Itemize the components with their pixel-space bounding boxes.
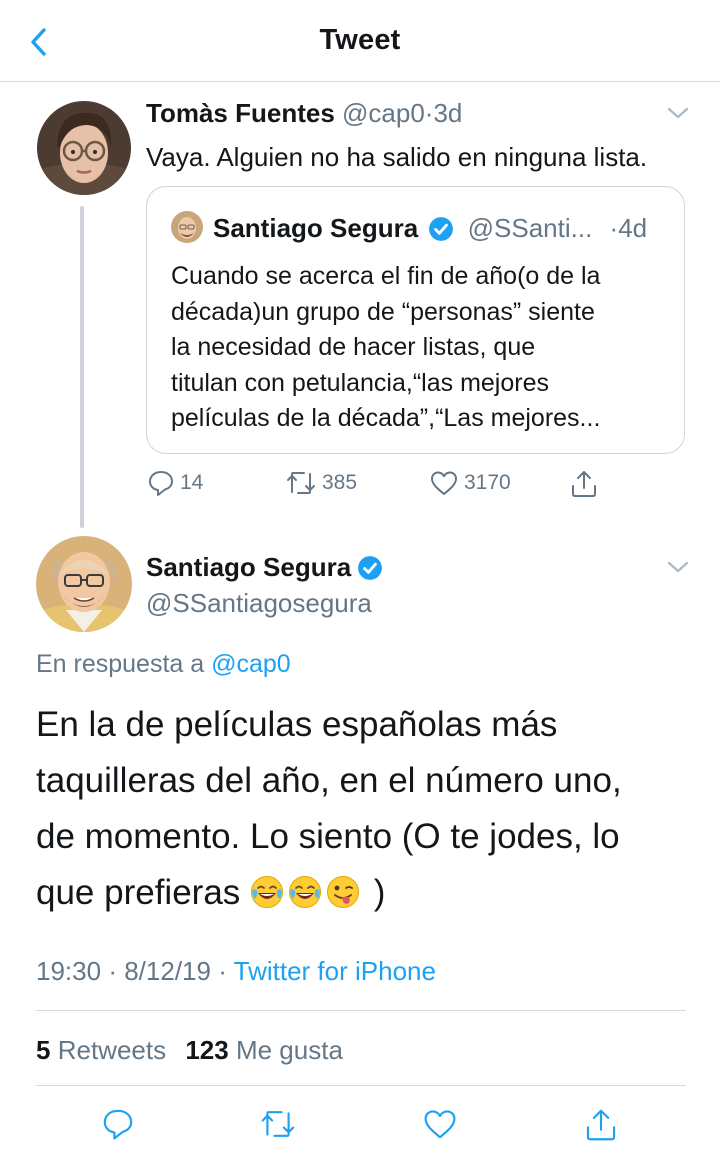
main-text-line: de momento. Lo siento (O te jodes, lo — [36, 817, 620, 856]
retweets-label: Retweets — [57, 1035, 167, 1065]
retweet-button[interactable]: 385 — [284, 468, 357, 498]
like-button[interactable] — [420, 1106, 460, 1142]
likes-stat[interactable]: 123 Me gusta — [185, 1035, 343, 1065]
quoting-tweet-header: Tomàs Fuentes @cap0·3d — [146, 98, 462, 129]
main-text-line: En la de películas españolas más — [36, 705, 558, 744]
retweets-stat[interactable]: 5 Retweets — [36, 1035, 178, 1065]
quoted-tweet-time: 4d — [618, 213, 648, 243]
tweet-source-link[interactable]: Twitter for iPhone — [234, 956, 436, 986]
main-text-line: que prefieras ) — [36, 865, 696, 921]
tweet-time: 19:30 — [36, 956, 102, 986]
main-author-name[interactable]: Santiago Segura — [146, 552, 383, 583]
like-button[interactable]: 3170 — [428, 468, 511, 498]
share-icon — [586, 1109, 616, 1141]
quoted-author-name: Santiago Segura — [213, 213, 419, 243]
tweet-meta: 19:30 · 8/12/19 · Twitter for iPhone — [36, 956, 436, 987]
quoted-text-line: Cuando se acerca el fin de año(o de la — [171, 262, 601, 290]
main-author-handle[interactable]: @SSantiagosegura — [146, 588, 372, 619]
quoted-author-handle: @SSanti... — [467, 213, 593, 243]
likes-count: 123 — [185, 1035, 229, 1065]
chevron-down-icon — [667, 107, 689, 119]
retweet-icon — [287, 472, 315, 494]
tweet-options-button[interactable] — [665, 558, 691, 576]
reply-context: En respuesta a @cap0 — [36, 650, 291, 679]
quoted-tweet-header: Santiago Segura @SSanti... ·4d — [213, 213, 647, 244]
main-text-last-start: que prefieras — [36, 873, 241, 912]
top-bar: Tweet — [0, 0, 720, 82]
retweet-count: 385 — [322, 471, 358, 494]
separator-dot: · — [218, 956, 227, 986]
tweet-date: 8/12/19 — [124, 956, 211, 986]
divider — [36, 1085, 686, 1086]
retweet-icon — [261, 1111, 295, 1137]
share-button[interactable] — [568, 468, 600, 500]
reply-button[interactable]: 14 — [146, 468, 203, 498]
verified-badge-icon — [429, 217, 454, 241]
tweet-options-button[interactable] — [665, 104, 691, 122]
reply-count: 14 — [180, 471, 204, 494]
reply-button[interactable] — [100, 1106, 136, 1142]
winking-tongue-emoji — [327, 876, 360, 908]
divider — [36, 1010, 686, 1011]
quoting-tweet-text: Vaya. Alguien no ha salido en ninguna li… — [146, 142, 648, 172]
main-text-last-end: ) — [373, 873, 386, 912]
retweet-button[interactable] — [258, 1106, 298, 1142]
quoted-tweet-text: Cuando se acerca el fin de año(o de la d… — [171, 259, 671, 437]
avatar-tomas[interactable] — [37, 101, 131, 195]
reply-prefix: En respuesta a — [36, 650, 205, 678]
likes-label: Me gusta — [235, 1035, 343, 1065]
quoted-tweet-card[interactable]: Santiago Segura @SSanti... ·4d Cuando se… — [146, 186, 685, 454]
heart-icon — [431, 471, 457, 495]
tweet-stats: 5 Retweets 123 Me gusta — [36, 1035, 343, 1066]
retweets-count: 5 — [36, 1035, 51, 1065]
share-button[interactable] — [582, 1106, 620, 1144]
author-handle[interactable]: @cap0 — [342, 98, 425, 128]
main-author-name-text: Santiago Segura — [146, 552, 352, 582]
quoted-text-line: películas de la década”,“Las mejores... — [171, 404, 601, 432]
heart-icon — [424, 1110, 456, 1139]
reply-icon — [149, 471, 173, 496]
chevron-down-icon — [667, 561, 689, 573]
author-name[interactable]: Tomàs Fuentes — [146, 98, 335, 128]
quoted-text-line: la necesidad de hacer listas, que — [171, 333, 536, 361]
avatar-santiago[interactable] — [36, 536, 132, 632]
verified-badge-icon — [358, 555, 383, 580]
quoted-text-line: titulan con petulancia,“las mejores — [171, 368, 549, 397]
joy-emoji — [289, 876, 322, 908]
main-text-line: taquilleras del año, en el número uno, — [36, 761, 622, 800]
thread-connector — [80, 206, 84, 528]
share-icon — [572, 471, 596, 497]
separator-dot: · — [609, 213, 619, 243]
page-title: Tweet — [319, 24, 401, 56]
like-count: 3170 — [464, 471, 511, 494]
separator-dot: · — [108, 956, 117, 986]
joy-emoji — [251, 876, 284, 908]
reply-icon — [103, 1109, 133, 1140]
avatar-santiago-small — [171, 211, 203, 243]
reply-handle-link[interactable]: @cap0 — [211, 650, 291, 678]
main-tweet-text: En la de películas españolas más taquill… — [36, 697, 696, 921]
tweet-time: 3d — [433, 98, 463, 128]
quoted-text-line: década)un grupo de “personas” siente — [171, 297, 595, 326]
